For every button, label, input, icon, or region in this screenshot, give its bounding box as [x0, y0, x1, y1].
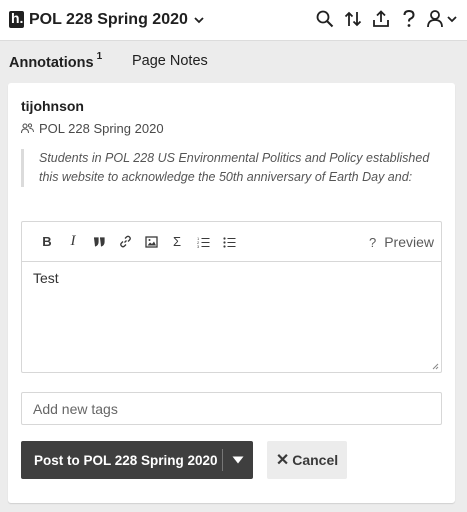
tab-bar: Annotations 1 Page Notes	[0, 42, 467, 82]
share-icon[interactable]	[371, 8, 391, 30]
search-icon[interactable]	[315, 8, 335, 30]
markdown-editor: B I Σ 123 ? Preview Test	[21, 221, 442, 373]
post-options-button[interactable]	[223, 441, 253, 479]
preview-label: Preview	[384, 234, 434, 250]
post-button[interactable]: Post to POL 228 Spring 2020	[21, 453, 222, 468]
quote-button[interactable]	[86, 232, 112, 252]
svg-text:3: 3	[197, 244, 200, 248]
cancel-label: Cancel	[292, 452, 339, 468]
annotation-card: tijohnson POL 228 Spring 2020 Students i…	[8, 83, 455, 503]
numbered-list-icon: 123	[197, 236, 209, 248]
post-button-group: Post to POL 228 Spring 2020	[21, 441, 253, 479]
editor-toolbar: B I Σ 123 ? Preview	[22, 222, 441, 262]
user-menu[interactable]	[427, 8, 457, 30]
annotation-group-name: POL 228 Spring 2020	[39, 121, 164, 136]
bullet-list-button[interactable]	[216, 232, 242, 252]
tags-input[interactable]: Add new tags	[21, 392, 442, 425]
annotation-text-value: Test	[33, 270, 59, 286]
math-button[interactable]: Σ	[164, 232, 190, 252]
help-icon[interactable]: ?	[369, 235, 376, 250]
tab-annotations[interactable]: Annotations 1	[9, 51, 103, 71]
tab-page-notes[interactable]: Page Notes	[132, 53, 208, 69]
numbered-list-button[interactable]: 123	[190, 232, 216, 252]
bullet-list-icon	[222, 236, 235, 248]
group-selector[interactable]: POL 228 Spring 2020	[29, 10, 204, 30]
cancel-button[interactable]: ✕ Cancel	[267, 441, 347, 479]
preview-toggle[interactable]: ? Preview	[369, 234, 434, 250]
hypothesis-logo-icon[interactable]	[9, 10, 24, 28]
close-icon: ✕	[275, 452, 290, 469]
italic-button[interactable]: I	[60, 232, 86, 252]
chevron-down-icon	[194, 17, 204, 24]
sort-icon[interactable]	[343, 8, 363, 30]
top-bar: POL 228 Spring 2020	[0, 0, 467, 41]
bold-button[interactable]: B	[34, 232, 60, 252]
annotation-group: POL 228 Spring 2020	[21, 121, 164, 136]
groups-icon	[21, 123, 34, 134]
link-icon	[119, 235, 131, 248]
annotation-quote: Students in POL 228 US Environmental Pol…	[21, 149, 441, 187]
image-button[interactable]	[138, 232, 164, 252]
annotations-count: 1	[96, 51, 103, 62]
resize-handle-icon[interactable]	[431, 362, 439, 370]
link-button[interactable]	[112, 232, 138, 252]
help-icon[interactable]	[399, 8, 419, 30]
quote-icon	[94, 236, 105, 247]
annotation-username[interactable]: tijohnson	[21, 98, 84, 114]
tab-annotations-label: Annotations	[9, 54, 94, 71]
annotation-text-input[interactable]: Test	[22, 262, 441, 372]
group-name: POL 228 Spring 2020	[29, 11, 188, 28]
image-icon	[144, 235, 158, 248]
top-bar-actions	[315, 8, 457, 30]
caret-down-icon	[232, 456, 244, 464]
